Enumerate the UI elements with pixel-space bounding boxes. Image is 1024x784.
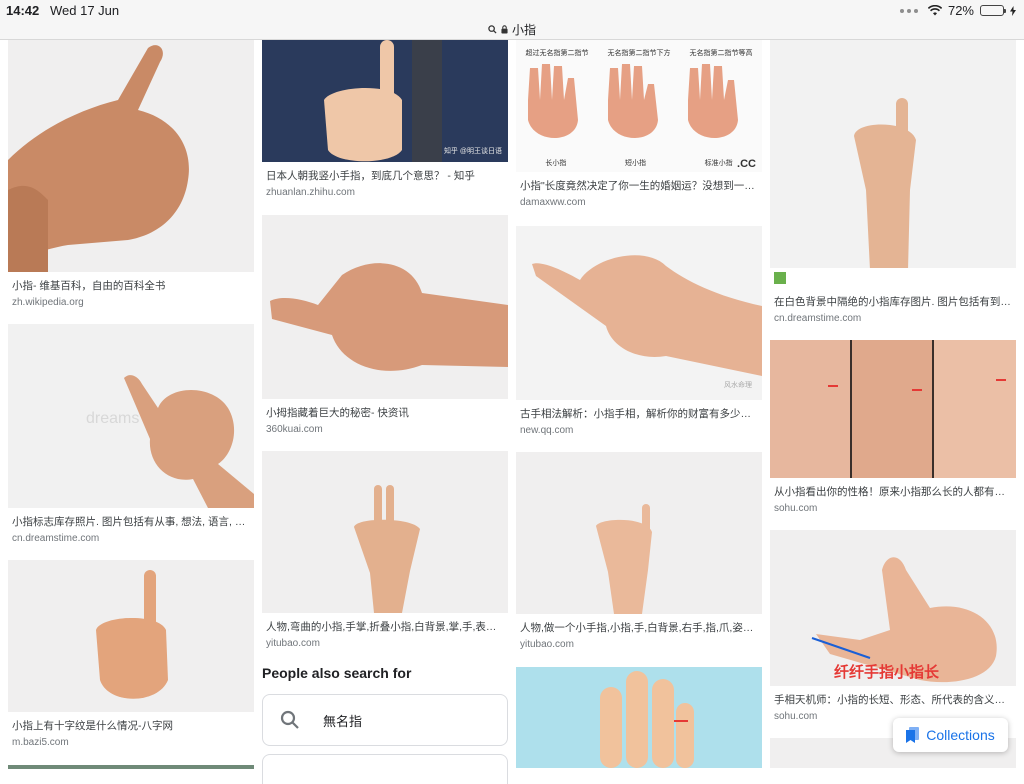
- result-title[interactable]: 小指上有十字纹是什么情况-八字网: [8, 718, 254, 733]
- result-source: 360kuai.com: [266, 424, 323, 435]
- image-caption: 纤纤手指小指长: [834, 664, 940, 681]
- result-source: cn.dreamstime.com: [774, 313, 862, 324]
- charging-bolt-icon: [1010, 5, 1016, 16]
- palm-label: 短小指: [624, 160, 646, 167]
- result-title[interactable]: 人物,做一个小手指,小指,手,白背景,右手,指,爪,姿势...: [516, 620, 762, 635]
- result-thumbnail[interactable]: [8, 765, 254, 769]
- result-thumbnail[interactable]: dreams: [8, 324, 254, 508]
- palm-label: 长小指: [545, 160, 567, 167]
- status-time: 14:42: [6, 3, 40, 18]
- watermark-text: 知乎 @明王谈日语: [443, 148, 502, 155]
- palm-caption: 无名指第二指节下方: [607, 50, 671, 57]
- search-icon: [488, 25, 497, 34]
- hand-image: [770, 98, 1016, 288]
- image-result[interactable]: 小拇指藏着巨大的秘密- 快资讯 360kuai.com: [262, 215, 508, 435]
- hand-image: [270, 263, 508, 371]
- result-source: zh.wikipedia.org: [12, 297, 84, 308]
- bookmark-icon: [906, 727, 920, 743]
- result-title[interactable]: 小指- 维基百科，自由的百科全书: [8, 278, 254, 293]
- image-result[interactable]: 纤纤手指小指长 手相天机师：小指的长短、形态、所代表的含义！_... sohu.…: [770, 530, 1016, 722]
- palm-images: [528, 64, 738, 138]
- result-thumbnail[interactable]: [8, 560, 254, 712]
- image-result[interactable]: 人物,做一个小手指,小指,手,白背景,右手,指,爪,姿势... yitubao.…: [516, 452, 762, 650]
- image-result[interactable]: 从小指看出你的性格！原来小指那么长的人都有领... sohu.com: [770, 340, 1016, 514]
- battery-icon: [980, 5, 1006, 16]
- hand-image: [8, 45, 189, 272]
- result-title[interactable]: 人物,弯曲的小指,手掌,折叠小指,白背景,掌,手,表情,...: [262, 619, 508, 634]
- collections-button[interactable]: Collections: [893, 718, 1008, 752]
- hand-image: [354, 485, 420, 613]
- status-right: 72%: [899, 3, 1016, 18]
- result-thumbnail[interactable]: [770, 340, 1016, 478]
- hand-image: [324, 40, 442, 162]
- result-thumbnail[interactable]: 风水命理: [516, 226, 762, 400]
- watermark-text: 风水命理: [724, 382, 752, 389]
- result-thumbnail[interactable]: [262, 215, 508, 399]
- url-bar[interactable]: 小指: [0, 20, 1024, 40]
- image-result[interactable]: [516, 667, 762, 768]
- multitasking-dots-icon[interactable]: [899, 8, 918, 13]
- result-source: yitubao.com: [520, 639, 574, 650]
- image-result[interactable]: 小指上有十字纹是什么情况-八字网 m.bazi5.com: [8, 560, 254, 748]
- result-source: cn.dreamstime.com: [12, 533, 100, 544]
- result-thumbnail[interactable]: 纤纤手指小指长: [770, 530, 1016, 686]
- image-result[interactable]: 知乎 @明王谈日语 日本人朝我竖小手指，到底几个意思？ - 知乎 zhuanla…: [262, 40, 508, 198]
- image-result[interactable]: 人物,弯曲的小指,手掌,折叠小指,白背景,掌,手,表情,... yitubao.…: [262, 451, 508, 649]
- result-title[interactable]: 从小指看出你的性格！原来小指那么长的人都有领...: [770, 484, 1016, 499]
- result-title[interactable]: 在白色背景中隔绝的小指库存图片. 图片包括有到达...: [770, 294, 1016, 309]
- palm-caption: 无名指第二指节等高: [689, 50, 753, 57]
- result-thumbnail[interactable]: [516, 452, 762, 614]
- battery-percent: 72%: [947, 3, 974, 18]
- result-title[interactable]: 小指"长度竟然决定了你一生的婚姻运？没想到一只...: [516, 178, 762, 193]
- suggestion-label: 無名指: [323, 713, 363, 729]
- hand-image: [532, 255, 762, 376]
- result-thumbnail[interactable]: [262, 451, 508, 613]
- image-result[interactable]: 风水命理 古手相法解析：小指手相，解析你的财富有多少！-... new.qq.c…: [516, 226, 762, 436]
- result-source: m.bazi5.com: [12, 737, 69, 748]
- image-result[interactable]: [8, 765, 254, 769]
- status-bar: 14:42 Wed 17 Jun 72%: [0, 0, 1024, 20]
- result-source: damaxww.com: [520, 197, 586, 208]
- suggestion-item[interactable]: 無名指: [262, 694, 508, 746]
- result-title[interactable]: 古手相法解析：小指手相，解析你的财富有多少！-...: [516, 406, 762, 421]
- result-title[interactable]: 小拇指藏着巨大的秘密- 快资讯: [262, 405, 508, 420]
- palm-label: 标准小指: [704, 160, 733, 167]
- status-date: Wed 17 Jun: [50, 3, 120, 18]
- result-thumbnail[interactable]: 知乎 @明王谈日语: [262, 40, 508, 162]
- url-text: 小指: [511, 23, 536, 37]
- hand-image: [596, 504, 652, 614]
- suggestion-item[interactable]: [262, 754, 508, 784]
- result-thumbnail[interactable]: 超过无名指第二指节 无名指第二指节下方 无名指第二指节等高 长小指 短小指 标准…: [516, 40, 762, 172]
- result-title[interactable]: 日本人朝我竖小手指，到底几个意思？ - 知乎: [262, 168, 508, 183]
- people-also-search-heading: People also search for: [262, 665, 412, 681]
- palm-caption: 超过无名指第二指节: [525, 50, 589, 57]
- lock-icon: [501, 25, 508, 34]
- image-result[interactable]: 在白色背景中隔绝的小指库存图片. 图片包括有到达... cn.dreamstim…: [770, 40, 1016, 324]
- result-thumbnail[interactable]: [770, 40, 1016, 288]
- wifi-icon: [927, 5, 942, 16]
- hand-image: [124, 375, 254, 508]
- image-result[interactable]: 超过无名指第二指节 无名指第二指节下方 无名指第二指节等高 长小指 短小指 标准…: [516, 40, 762, 208]
- result-source: sohu.com: [774, 503, 818, 514]
- image-result[interactable]: 小指- 维基百科，自由的百科全书 zh.wikipedia.org: [8, 40, 254, 308]
- result-source: zhuanlan.zhihu.com: [266, 187, 355, 198]
- hand-image: [600, 671, 694, 768]
- result-title[interactable]: 手相天机师：小指的长短、形态、所代表的含义！_...: [770, 692, 1016, 707]
- result-thumbnail[interactable]: [8, 40, 254, 272]
- search-icon: [280, 710, 299, 729]
- palm-images: [770, 340, 1016, 478]
- collections-label: Collections: [926, 727, 995, 743]
- result-title[interactable]: 小指标志库存照片. 图片包括有从事, 想法, 语言, 饶...: [8, 514, 254, 529]
- image-result[interactable]: dreams 小指标志库存照片. 图片包括有从事, 想法, 语言, 饶... c…: [8, 324, 254, 544]
- result-source: new.qq.com: [520, 425, 574, 436]
- result-thumbnail[interactable]: [516, 667, 762, 768]
- hand-image: [96, 570, 168, 699]
- result-source: yitubao.com: [266, 638, 320, 649]
- watermark-text: .CC: [737, 158, 756, 170]
